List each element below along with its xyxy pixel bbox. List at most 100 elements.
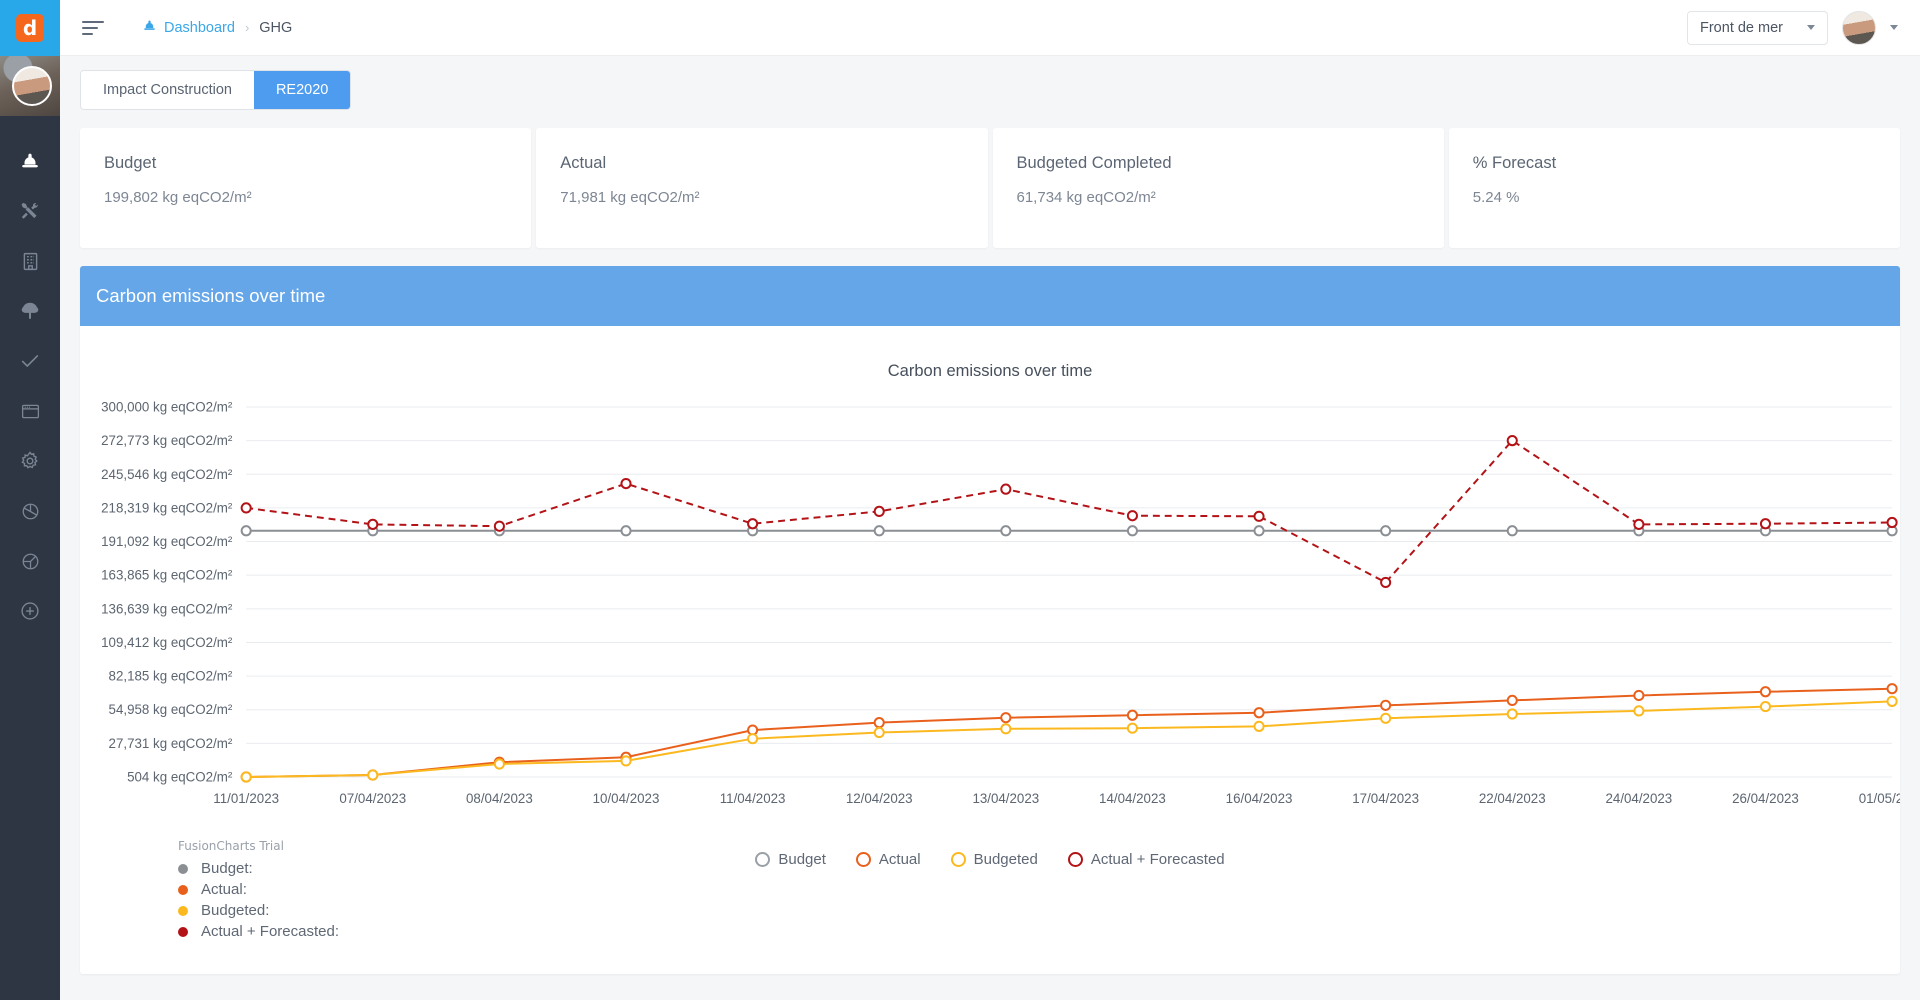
fusioncharts-trial-watermark: FusionCharts Trial [178,839,284,853]
project-selector[interactable]: Front de mer [1687,10,1828,45]
tab-re2020[interactable]: RE2020 [253,71,351,109]
data-point[interactable] [1633,705,1645,717]
trial-legend-label: Budgeted: [201,902,270,919]
x-axis-tick-label: 24/04/2023 [1605,791,1672,806]
topbar: Dashboard › GHG Front de mer [60,0,1920,56]
kpi-card-forecast-percent: % Forecast 5.24 % [1448,128,1900,248]
legend-label: Budgeted [973,851,1038,868]
data-point[interactable] [873,726,885,739]
data-point[interactable] [1126,510,1138,522]
trial-legend-row: Actual: [178,881,339,898]
data-point[interactable] [620,755,632,767]
data-point[interactable] [1380,525,1392,537]
tab-impact-construction[interactable]: Impact Construction [81,71,254,109]
check-icon [19,350,41,372]
data-point[interactable] [1886,683,1898,695]
line-chart[interactable]: 504 kg eqCO2/m² 27,731 kg eqCO2/m² 54,958 … [80,395,1900,845]
data-point[interactable] [620,477,632,490]
legend-item-budget[interactable]: Budget [755,851,826,868]
data-point[interactable] [1759,686,1772,698]
sidebar-avatar[interactable] [0,56,60,116]
data-point[interactable] [1506,708,1518,720]
data-point[interactable] [1506,435,1518,447]
data-point[interactable] [1253,720,1265,732]
data-point[interactable] [1126,709,1138,721]
gear-icon [19,450,41,472]
data-point[interactable] [1000,712,1012,724]
trial-legend-dot-icon [178,926,188,937]
data-point[interactable] [493,758,505,770]
kpi-card-value: 61,734 kg eqCO2/m² [1016,189,1156,206]
chart-legend: Budget Actual Budgeted Actual + Forecasted [80,851,1900,868]
hamburger-icon[interactable] [82,17,108,39]
data-point[interactable] [873,505,885,517]
sidebar-item-building[interactable] [0,236,60,286]
legend-item-actual[interactable]: Actual [855,851,921,868]
hard-hat-icon [19,150,41,172]
data-point[interactable] [1886,516,1898,529]
breadcrumb-dashboard-link[interactable]: Dashboard [142,18,235,37]
kpi-card-value: 199,802 kg eqCO2/m² [104,189,252,206]
sidebar-item-check[interactable] [0,336,60,386]
data-point[interactable] [1000,525,1012,537]
data-point[interactable] [873,525,885,537]
data-point[interactable] [1000,723,1012,735]
data-point[interactable] [1253,525,1265,537]
data-point[interactable] [1126,525,1138,537]
sidebar-item-analytics[interactable] [0,536,60,586]
data-point[interactable] [1759,518,1772,530]
data-point[interactable] [1759,700,1772,713]
data-point[interactable] [367,518,379,530]
sidebar-item-tree[interactable] [0,286,60,336]
y-axis-tick-label: 218,319 kg eqCO2/m² [101,500,233,515]
brand-logo-container[interactable]: d [0,0,60,56]
data-point[interactable] [1886,695,1898,707]
data-point[interactable] [1506,694,1518,707]
trial-legend-label: Actual: [201,881,247,898]
data-point[interactable] [747,733,759,745]
data-point[interactable] [240,525,252,537]
data-point[interactable] [1126,722,1138,734]
sidebar-item-window[interactable] [0,386,60,436]
kpi-card-value: 5.24 % [1472,189,1520,206]
data-point[interactable] [747,518,759,530]
sidebar-item-add[interactable] [0,586,60,636]
data-point[interactable] [1253,707,1265,719]
sidebar-item-hardhat[interactable] [0,136,60,186]
trial-legend-row: Budgeted: [178,902,339,919]
x-axis-tick-label: 12/04/2023 [846,791,913,806]
sidebar-item-reports[interactable] [0,486,60,536]
data-point[interactable] [1506,525,1518,537]
x-axis-tick-label: 01/05/2023 [1859,791,1900,806]
data-point[interactable] [1000,483,1012,495]
sidebar-item-settings[interactable] [0,436,60,486]
legend-item-actual-forecasted[interactable]: Actual + Forecasted [1067,851,1225,868]
trial-legend-row: Budget: [178,860,339,877]
data-point[interactable] [367,769,379,781]
data-point[interactable] [1380,699,1392,711]
x-axis-tick-label: 08/04/2023 [466,791,533,806]
y-axis-tick-label: 191,092 kg eqCO2/m² [101,534,233,549]
breadcrumb: Dashboard › GHG [128,13,307,42]
data-point[interactable] [1633,689,1645,702]
data-point[interactable] [1633,518,1645,530]
data-point[interactable] [240,771,252,783]
data-point[interactable] [240,502,252,514]
brand-logo: d [16,14,44,42]
data-point[interactable] [1253,510,1265,522]
data-point[interactable] [873,717,885,729]
y-axis-tick-label: 82,185 kg eqCO2/m² [109,669,233,684]
project-selector-value: Front de mer [1700,19,1783,36]
legend-item-budgeted[interactable]: Budgeted [950,851,1038,868]
legend-marker-icon [1067,852,1083,867]
user-menu-chevron-down-icon[interactable] [1890,25,1898,30]
data-point[interactable] [1380,576,1392,589]
data-point[interactable] [1380,712,1392,724]
sidebar-item-tools[interactable] [0,186,60,236]
chart-panel-header: Carbon emissions over time [80,266,1900,326]
legend-label: Budget [778,851,826,868]
kpi-card-title: Budgeted Completed [1016,154,1172,172]
avatar[interactable] [1842,10,1876,45]
data-point[interactable] [493,520,505,532]
data-point[interactable] [620,525,632,537]
